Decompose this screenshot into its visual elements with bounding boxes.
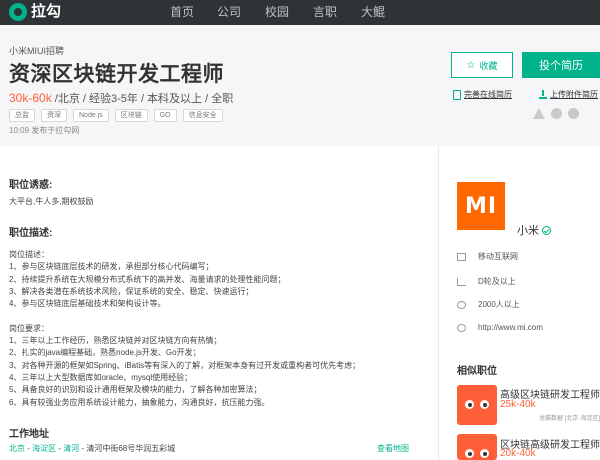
job-tag[interactable]: GO xyxy=(153,109,177,122)
company-stage: D轮及以上 xyxy=(457,276,516,287)
company-name-text: 小米 xyxy=(517,225,539,237)
related-job-company: 龙猫数据 [北京·海淀区] xyxy=(539,416,600,422)
people-icon xyxy=(457,300,466,309)
job-tag[interactable]: 总监 xyxy=(9,109,35,122)
logo-eye xyxy=(480,449,489,458)
desc-line: 4、三年以上大型数据库如oracle、mysql使用经验； xyxy=(9,372,193,382)
job-tag[interactable]: 区块链 xyxy=(114,109,148,122)
desc-line: 2、扎实的java编程基础，熟悉node.js开发、Go开发； xyxy=(9,348,201,358)
job-meta: 30k-60k /北京 / 经验3-5年 / 本科及以上 / 全职 xyxy=(9,90,233,106)
related-jobs-title: 相似职位 xyxy=(457,366,497,377)
view-map-link[interactable]: 查看地图 xyxy=(377,443,409,454)
star-icon: ☆ xyxy=(466,59,476,71)
work-address: 北京 - 海淀区 - 清河 - 清河中街68号华润五彩城 xyxy=(9,444,176,453)
apply-button[interactable]: 投个简历 xyxy=(522,52,600,78)
mi-logo-text: MI xyxy=(464,193,498,219)
desc-line: 3、解决各类潜在系统技术风险，保证系统的安全、稳定、快速运行； xyxy=(9,286,254,296)
perks-title: 职位诱惑: xyxy=(9,180,53,191)
job-tag[interactable]: Node.js xyxy=(73,109,109,122)
job-title: 资深区块链开发工程师 xyxy=(9,63,224,86)
upload-icon xyxy=(539,90,547,99)
job-header: 小米MIUI招聘 资深区块链开发工程师 30k-60k /北京 / 经验3-5年… xyxy=(0,25,600,146)
globe-icon xyxy=(457,323,466,332)
logo-eye xyxy=(465,400,474,409)
address-area[interactable]: 清河 xyxy=(63,444,79,453)
desc-line: 5、具备良好的识别和设计通用框架及模块的能力，了解各种加密算法； xyxy=(9,385,262,395)
lagou-logo[interactable]: 拉勾 xyxy=(9,3,61,21)
desc-line: 岗位描述： xyxy=(9,250,49,259)
address-district[interactable]: 海淀区 xyxy=(32,444,56,453)
more-share-icon[interactable] xyxy=(568,108,579,119)
related-job-logo[interactable] xyxy=(457,434,497,460)
online-resume-label: 完善在线简历 xyxy=(464,90,512,99)
upload-resume-link[interactable]: 上传附件简历 xyxy=(539,89,598,100)
logo-text: 拉勾 xyxy=(31,3,62,20)
desc-line: 6、具有较强业务应用系统设计能力，抽象能力，沟通良好，抗压能力强。 xyxy=(9,397,270,407)
share-icons xyxy=(533,108,579,119)
company-recruit-label[interactable]: 小米MIUI招聘 xyxy=(9,44,64,57)
desc-line: 1、三年以上工作经历，熟悉区块链并对区块链方向有热情； xyxy=(9,336,222,346)
upload-resume-label: 上传附件简历 xyxy=(550,90,598,99)
nav-home[interactable]: 首页 xyxy=(170,5,194,19)
nav-company[interactable]: 公司 xyxy=(217,5,241,19)
related-job-salary: 20k-40k xyxy=(500,448,536,459)
document-icon xyxy=(453,89,461,100)
related-job-salary: 25k-40k xyxy=(500,399,536,410)
desc-line xyxy=(9,310,360,322)
company-industry: 移动互联网 xyxy=(457,251,518,262)
job-tag[interactable]: 资深 xyxy=(41,109,67,122)
content-divider xyxy=(438,146,439,460)
related-job-logo[interactable] xyxy=(457,385,497,425)
verified-icon xyxy=(542,225,551,235)
industry-icon xyxy=(457,252,466,261)
publish-time: 10:09 发布于拉勾网 xyxy=(9,126,80,135)
job-tag[interactable]: 信息安全 xyxy=(182,109,223,122)
size-text: 2000人以上 xyxy=(478,300,520,309)
desc-line: 1、参与区块链底层技术的研发，承担部分核心代码编写； xyxy=(9,262,214,272)
chart-icon xyxy=(457,277,466,286)
industry-text: 移动互联网 xyxy=(478,252,518,261)
company-logo[interactable]: MI xyxy=(457,182,505,230)
job-description: 岗位描述： 1、参与区块链底层技术的研发，承担部分核心代码编写； 2、持续提升系… xyxy=(9,249,360,409)
desc-title: 职位描述: xyxy=(9,228,53,239)
save-label: 收藏 xyxy=(479,60,498,71)
nav-yanzhi[interactable]: 言职 xyxy=(313,5,337,19)
nav-dakun[interactable]: 大鲲 xyxy=(361,5,385,19)
address-detail: 清河中街68号华润五彩城 xyxy=(86,444,176,453)
lagou-logo-icon xyxy=(9,3,27,21)
save-button[interactable]: ☆ 收藏 xyxy=(451,52,513,78)
desc-line: 3、对各种开源的框架如Spring、iBatis等有深入的了解，对框架本身有过开… xyxy=(9,360,361,370)
report-icon[interactable] xyxy=(533,108,545,119)
wechat-icon[interactable] xyxy=(551,108,562,119)
logo-eye xyxy=(480,400,489,409)
job-tags: 总监 资深 Node.js 区块链 GO 信息安全 xyxy=(9,109,223,122)
online-resume-link[interactable]: 完善在线简历 xyxy=(453,89,512,100)
nav-campus[interactable]: 校园 xyxy=(265,5,289,19)
job-detail: 职位诱惑: 大平台,牛人多,期权鼓励 职位描述: 岗位描述： 1、参与区块链底层… xyxy=(0,146,438,460)
desc-line: 岗位要求： xyxy=(9,323,49,333)
website-link[interactable]: http://www.mi.com xyxy=(478,323,543,332)
company-size: 2000人以上 xyxy=(457,299,520,310)
company-name[interactable]: 小米 xyxy=(517,222,551,238)
address-city[interactable]: 北京 xyxy=(9,444,25,453)
desc-line: 2、持续提升系统在大规模分布式系统下的高并发、海量请求的处理性能问题； xyxy=(9,274,286,284)
job-requirements: /北京 / 经验3-5年 / 本科及以上 / 全职 xyxy=(51,93,234,105)
company-website: http://www.mi.com xyxy=(457,323,543,332)
desc-line: 4、参与区块链底层基础技术和架构设计等。 xyxy=(9,299,166,309)
salary: 30k-60k xyxy=(9,91,52,105)
address-title: 工作地址 xyxy=(9,429,49,440)
top-nav: 拉勾 首页 公司 校园 言职 大鲲 xyxy=(0,0,600,25)
perks-text: 大平台,牛人多,期权鼓励 xyxy=(9,197,94,206)
logo-eye xyxy=(465,449,474,458)
stage-text: D轮及以上 xyxy=(478,277,516,286)
